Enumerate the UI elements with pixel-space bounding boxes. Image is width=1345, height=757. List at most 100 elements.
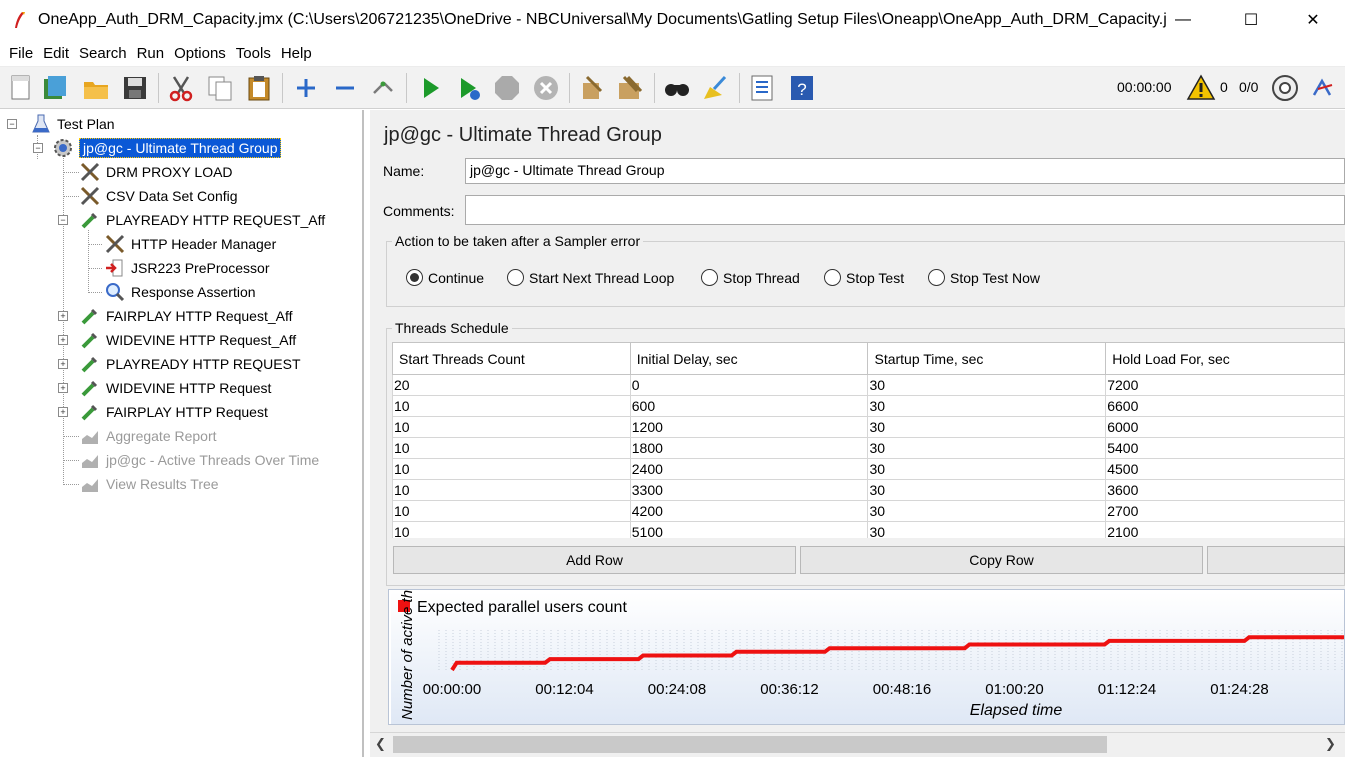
clear-icon[interactable] [577, 73, 607, 103]
copy-row-button[interactable]: Copy Row [800, 546, 1203, 574]
horizontal-scrollbar[interactable]: ❮ ❯ [370, 732, 1345, 757]
radio-stop-test-now-indicator[interactable] [928, 269, 945, 286]
search-icon[interactable] [662, 73, 692, 103]
maximize-button[interactable]: ☐ [1228, 0, 1274, 40]
delete-row-button[interactable] [1207, 546, 1345, 574]
menu-edit[interactable]: Edit [38, 45, 74, 62]
col-hold-load-for[interactable]: Hold Load For, sec [1105, 342, 1345, 375]
table-cell[interactable]: 30 [867, 479, 1107, 501]
table-cell[interactable]: 10 [392, 395, 631, 417]
table-cell[interactable]: 10 [392, 437, 631, 459]
collapse-toggle[interactable]: − [7, 119, 17, 129]
expand-toggle[interactable]: + [58, 383, 68, 393]
table-cell[interactable]: 20 [392, 374, 631, 396]
radio-start-next-indicator[interactable] [507, 269, 524, 286]
menu-run[interactable]: Run [132, 45, 170, 62]
templates-icon[interactable] [40, 73, 70, 103]
scrollbar-thumb[interactable] [393, 736, 1107, 753]
table-row[interactable]: 10 3300 30 3600 [392, 479, 1345, 501]
table-cell[interactable]: 30 [867, 395, 1107, 417]
table-row[interactable]: 10 4200 30 2700 [392, 500, 1345, 522]
table-row[interactable]: 10 2400 30 4500 [392, 458, 1345, 480]
table-cell[interactable]: 30 [867, 521, 1107, 538]
expand-toggle[interactable]: + [58, 407, 68, 417]
paste-icon[interactable] [244, 73, 274, 103]
open-icon[interactable] [81, 73, 111, 103]
tree-node-csv-data-set-config[interactable]: CSV Data Set Config [79, 185, 238, 207]
help-icon[interactable]: ? [787, 73, 817, 103]
tree-node-playready-http-request-aff[interactable]: PLAYREADY HTTP REQUEST_Aff [79, 209, 325, 231]
table-cell[interactable]: 30 [867, 500, 1107, 522]
collapse-toggle[interactable]: − [58, 215, 68, 225]
table-cell[interactable]: 5400 [1105, 437, 1345, 459]
comments-field[interactable] [465, 195, 1345, 225]
toggle-icon[interactable] [368, 73, 398, 103]
tree-node-active-threads-over-time[interactable]: jp@gc - Active Threads Over Time [79, 449, 319, 471]
table-cell[interactable]: 10 [392, 500, 631, 522]
tree-node-http-header-manager[interactable]: HTTP Header Manager [104, 233, 276, 255]
expand-all-icon[interactable] [291, 73, 321, 103]
close-button[interactable]: ✕ [1290, 0, 1336, 40]
shutdown-icon[interactable] [531, 73, 561, 103]
table-cell[interactable]: 3300 [629, 479, 869, 501]
table-cell[interactable]: 2400 [629, 458, 869, 480]
clear-all-icon[interactable] [615, 73, 645, 103]
table-row[interactable]: 10 5100 30 2100 [392, 521, 1345, 538]
tree-node-test-plan[interactable]: Test Plan [30, 113, 115, 135]
menu-options[interactable]: Options [169, 45, 231, 62]
scroll-right-arrow-icon[interactable]: ❯ [1325, 736, 1336, 752]
remote-status-icon[interactable] [1270, 73, 1300, 103]
stop-icon[interactable] [492, 73, 522, 103]
radio-stop-test-now[interactable]: Stop Test Now [928, 269, 1040, 286]
table-cell[interactable]: 30 [867, 416, 1107, 438]
radio-stop-test[interactable]: Stop Test [824, 269, 904, 286]
save-icon[interactable] [120, 73, 150, 103]
start-no-pauses-icon[interactable] [454, 73, 484, 103]
menu-search[interactable]: Search [74, 45, 132, 62]
table-cell[interactable]: 10 [392, 521, 631, 538]
table-row[interactable]: 10 1200 30 6000 [392, 416, 1345, 438]
new-file-icon[interactable] [6, 73, 36, 103]
table-cell[interactable]: 2100 [1105, 521, 1345, 538]
start-icon[interactable] [415, 73, 445, 103]
table-cell[interactable]: 10 [392, 458, 631, 480]
tree-node-jsr223-preprocessor[interactable]: JSR223 PreProcessor [104, 257, 270, 279]
copy-icon[interactable] [205, 73, 235, 103]
radio-stop-test-indicator[interactable] [824, 269, 841, 286]
table-cell[interactable]: 6600 [1105, 395, 1345, 417]
scroll-left-arrow-icon[interactable]: ❮ [375, 736, 386, 752]
add-row-button[interactable]: Add Row [393, 546, 796, 574]
table-cell[interactable]: 10 [392, 416, 631, 438]
radio-continue-indicator[interactable] [406, 269, 423, 286]
tree-node-widevine-http-request-aff[interactable]: WIDEVINE HTTP Request_Aff [79, 329, 296, 351]
log-viewer-icon[interactable] [1308, 73, 1338, 103]
radio-continue[interactable]: Continue [406, 269, 484, 286]
tree-node-view-results-tree[interactable]: View Results Tree [79, 473, 219, 495]
collapse-toggle[interactable]: − [33, 143, 43, 153]
tree-node-widevine-http-request[interactable]: WIDEVINE HTTP Request [79, 377, 271, 399]
table-cell[interactable]: 4200 [629, 500, 869, 522]
table-cell[interactable]: 6000 [1105, 416, 1345, 438]
table-cell[interactable]: 30 [867, 458, 1107, 480]
tree-node-drm-proxy-load[interactable]: DRM PROXY LOAD [79, 161, 233, 183]
table-row[interactable]: 20 0 30 7200 [392, 374, 1345, 396]
col-startup-time[interactable]: Startup Time, sec [867, 342, 1107, 375]
name-field[interactable]: jp@gc - Ultimate Thread Group [465, 158, 1345, 184]
table-cell[interactable]: 1200 [629, 416, 869, 438]
tree-node-ultimate-thread-group[interactable]: jp@gc - Ultimate Thread Group [52, 137, 282, 159]
table-cell[interactable]: 30 [867, 437, 1107, 459]
menu-tools[interactable]: Tools [231, 45, 276, 62]
expand-toggle[interactable]: + [58, 359, 68, 369]
table-cell[interactable]: 10 [392, 479, 631, 501]
menu-file[interactable]: File [4, 45, 38, 62]
collapse-all-icon[interactable] [330, 73, 360, 103]
radio-start-next-thread-loop[interactable]: Start Next Thread Loop [507, 269, 674, 286]
minimize-button[interactable]: — [1160, 0, 1206, 40]
table-cell[interactable]: 3600 [1105, 479, 1345, 501]
col-start-threads-count[interactable]: Start Threads Count [392, 342, 631, 375]
tree-node-fairplay-http-request[interactable]: FAIRPLAY HTTP Request [79, 401, 268, 423]
table-row[interactable]: 10 1800 30 5400 [392, 437, 1345, 459]
table-cell[interactable]: 7200 [1105, 374, 1345, 396]
table-cell[interactable]: 0 [629, 374, 869, 396]
function-helper-icon[interactable] [747, 73, 777, 103]
